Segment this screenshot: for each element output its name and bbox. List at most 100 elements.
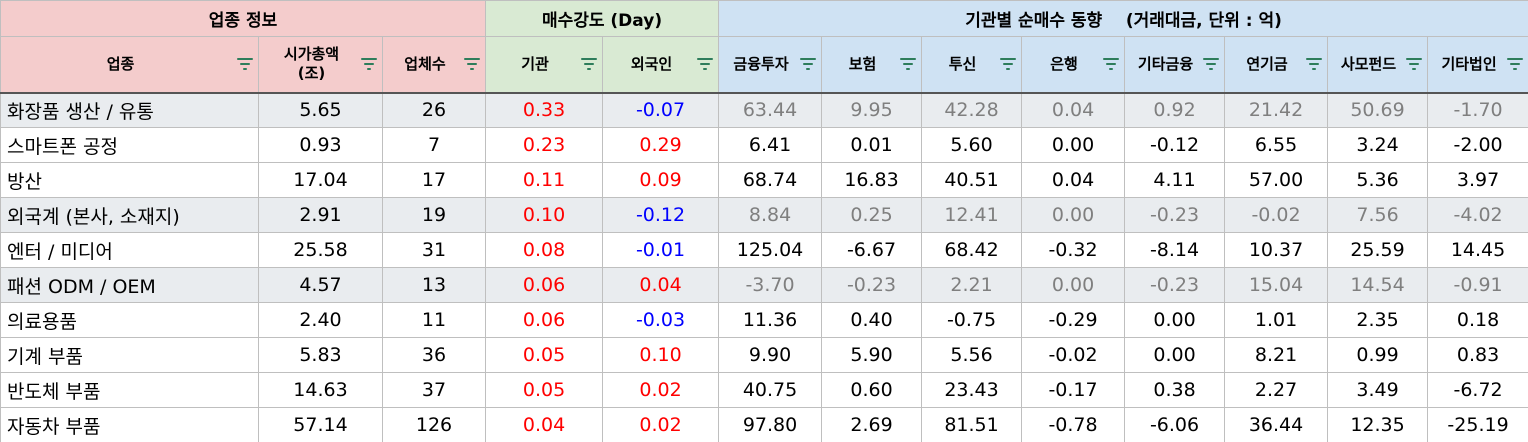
table-row[interactable]: 엔터 / 미디어 25.58 31 0.08 -0.01 125.04 -6.67 68.42… (0, 232, 1528, 268)
investment-trust-cell: 5.56 (921, 337, 1023, 373)
financial-investment-cell: 68.74 (718, 162, 823, 198)
column-header-sector: 업종 (0, 36, 259, 94)
filter-icon[interactable] (580, 57, 598, 71)
other-finance-cell: -0.23 (1124, 267, 1226, 303)
company-count-cell: 31 (381, 232, 487, 268)
table-row[interactable]: 외국계 (본사, 소재지) 2.91 19 0.10 -0.12 8.84 0.25 12.4… (0, 197, 1528, 233)
table-row[interactable]: 기계 부품 5.83 36 0.05 0.10 9.90 5.90 5.56 -0.02 0.00… (0, 337, 1528, 373)
private-fund-cell: 0.99 (1327, 337, 1429, 373)
table-body: 화장품 생산 / 유통 5.65 26 0.33 -0.07 63.44 9.95 42.28… (0, 92, 1528, 442)
other-corp-cell: -6.72 (1427, 372, 1528, 408)
table-row[interactable]: 화장품 생산 / 유통 5.65 26 0.33 -0.07 63.44 9.95 42.28… (0, 92, 1528, 128)
foreign-strength-cell: -0.12 (602, 197, 720, 233)
other-finance-cell: 0.38 (1124, 372, 1226, 408)
table-row[interactable]: 패션 ODM / OEM 4.57 13 0.06 0.04 -3.70 -0.23 2.21… (0, 267, 1528, 303)
filter-icon[interactable] (360, 57, 378, 71)
filter-icon[interactable] (696, 57, 714, 71)
insurance-cell: 16.83 (821, 162, 923, 198)
financial-investment-cell: 6.41 (718, 127, 823, 163)
filter-icon[interactable] (799, 57, 817, 71)
market-cap-cell: 0.93 (258, 127, 383, 163)
bank-cell: -0.32 (1021, 232, 1126, 268)
column-header-insurance: 보험 (821, 36, 923, 94)
market-cap-cell: 14.63 (258, 372, 383, 408)
group-header-institution: 기관별 순매수 동향 (거래대금, 단위 : 억) (718, 0, 1528, 37)
column-header-other-corp: 기타법인 (1427, 36, 1528, 94)
institution-strength-cell: 0.33 (485, 92, 604, 128)
sector-table: 업종 정보 매수강도 (Day) 기관별 순매수 동향 (거래대금, 단위 : … (0, 0, 1528, 442)
bank-cell: -0.78 (1021, 407, 1126, 442)
institution-strength-cell: 0.05 (485, 372, 604, 408)
foreign-strength-cell: 0.09 (602, 162, 720, 198)
private-fund-cell: 3.49 (1327, 372, 1429, 408)
institution-strength-cell: 0.08 (485, 232, 604, 268)
sector-cell: 의료용품 (0, 302, 259, 338)
financial-investment-cell: 11.36 (718, 302, 823, 338)
column-header-pension: 연기금 (1224, 36, 1329, 94)
investment-trust-cell: 5.60 (921, 127, 1023, 163)
insurance-cell: -0.23 (821, 267, 923, 303)
institution-strength-cell: 0.06 (485, 302, 604, 338)
sector-cell: 패션 ODM / OEM (0, 267, 259, 303)
private-fund-cell: 3.24 (1327, 127, 1429, 163)
company-count-cell: 13 (381, 267, 487, 303)
market-cap-cell: 2.40 (258, 302, 383, 338)
table-row[interactable]: 의료용품 2.40 11 0.06 -0.03 11.36 0.40 -0.75 -0.29 0.… (0, 302, 1528, 338)
market-cap-cell: 5.65 (258, 92, 383, 128)
filter-icon[interactable] (236, 57, 254, 71)
filter-icon[interactable] (463, 57, 481, 71)
foreign-strength-cell: -0.01 (602, 232, 720, 268)
filter-icon[interactable] (999, 57, 1017, 71)
market-cap-cell: 2.91 (258, 197, 383, 233)
filter-icon[interactable] (1405, 57, 1423, 71)
other-corp-cell: -1.70 (1427, 92, 1528, 128)
insurance-cell: -6.67 (821, 232, 923, 268)
column-header-private-fund: 사모펀드 (1327, 36, 1429, 94)
group-header-strength: 매수강도 (Day) (485, 0, 720, 37)
table-row[interactable]: 스마트폰 공정 0.93 7 0.23 0.29 6.41 0.01 5.60 0.00 -0.1… (0, 127, 1528, 163)
investment-trust-cell: 40.51 (921, 162, 1023, 198)
investment-trust-cell: 81.51 (921, 407, 1023, 442)
investment-trust-cell: 2.21 (921, 267, 1023, 303)
other-finance-cell: -0.12 (1124, 127, 1226, 163)
foreign-strength-cell: 0.10 (602, 337, 720, 373)
company-count-cell: 26 (381, 92, 487, 128)
private-fund-cell: 5.36 (1327, 162, 1429, 198)
column-header-financial-investment: 금융투자 (718, 36, 823, 94)
sector-cell: 방산 (0, 162, 259, 198)
company-count-cell: 126 (381, 407, 487, 442)
filter-icon[interactable] (1305, 57, 1323, 71)
other-corp-cell: 0.83 (1427, 337, 1528, 373)
market-cap-cell: 4.57 (258, 267, 383, 303)
column-header-institution: 기관 (485, 36, 604, 94)
table-row[interactable]: 자동차 부품 57.14 126 0.04 0.02 97.80 2.69 81.51 -0.7… (0, 407, 1528, 442)
bank-cell: -0.29 (1021, 302, 1126, 338)
table-row[interactable]: 반도체 부품 14.63 37 0.05 0.02 40.75 0.60 23.43 -0.17… (0, 372, 1528, 408)
bank-cell: 0.00 (1021, 197, 1126, 233)
filter-icon[interactable] (1506, 57, 1524, 71)
financial-investment-cell: 40.75 (718, 372, 823, 408)
investment-trust-cell: 42.28 (921, 92, 1023, 128)
filter-icon[interactable] (899, 57, 917, 71)
pension-cell: 6.55 (1224, 127, 1329, 163)
other-corp-cell: 0.18 (1427, 302, 1528, 338)
filter-icon[interactable] (1102, 57, 1120, 71)
company-count-cell: 19 (381, 197, 487, 233)
filter-icon[interactable] (1202, 57, 1220, 71)
pension-cell: 1.01 (1224, 302, 1329, 338)
other-corp-cell: -0.91 (1427, 267, 1528, 303)
other-corp-cell: -25.19 (1427, 407, 1528, 442)
column-header-bank: 은행 (1021, 36, 1126, 94)
company-count-cell: 11 (381, 302, 487, 338)
pension-cell: -0.02 (1224, 197, 1329, 233)
market-cap-cell: 25.58 (258, 232, 383, 268)
sector-cell: 자동차 부품 (0, 407, 259, 442)
bank-cell: 0.00 (1021, 127, 1126, 163)
insurance-cell: 0.40 (821, 302, 923, 338)
other-finance-cell: -0.23 (1124, 197, 1226, 233)
other-corp-cell: 3.97 (1427, 162, 1528, 198)
market-cap-cell: 57.14 (258, 407, 383, 442)
foreign-strength-cell: 0.02 (602, 372, 720, 408)
investment-trust-cell: 12.41 (921, 197, 1023, 233)
table-row[interactable]: 방산 17.04 17 0.11 0.09 68.74 16.83 40.51 0.04 4.11… (0, 162, 1528, 198)
